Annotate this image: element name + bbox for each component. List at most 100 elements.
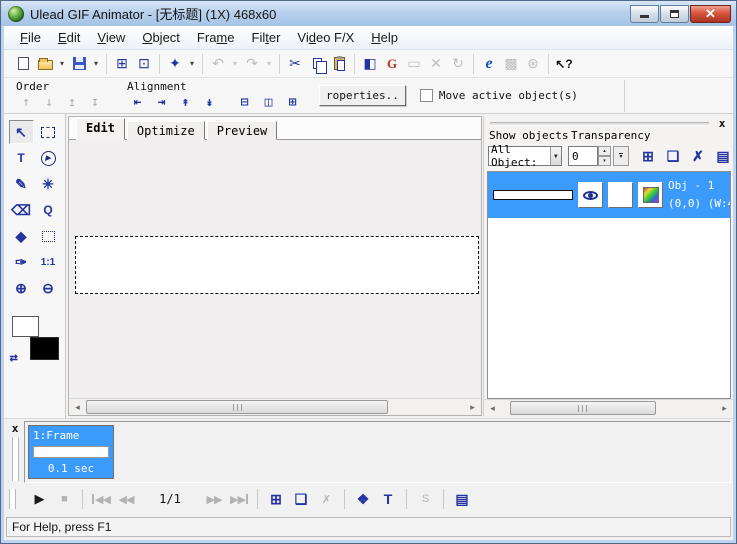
align-right-button[interactable]: ⇥	[151, 93, 172, 111]
menu-help[interactable]: Help	[363, 27, 406, 48]
add-frame-button[interactable]: ⊞	[264, 487, 288, 511]
save-dropdown[interactable]: ▾	[90, 53, 102, 75]
optimize-preview-button[interactable]: ▩	[500, 53, 522, 75]
color-wand-button[interactable]: ✦	[164, 53, 186, 75]
transparency-spin-up[interactable]: ▴	[598, 146, 611, 156]
move-up-button[interactable]: ↑	[16, 93, 36, 111]
lasso-tool-button[interactable]: Q	[36, 198, 61, 222]
eyedropper-tool-button[interactable]: ✑	[9, 250, 34, 274]
object-panel-scrollbar[interactable]: ◂ ▸	[484, 399, 733, 416]
dropdown-arrow-icon[interactable]: ▼	[550, 147, 561, 165]
menu-file[interactable]: File	[12, 27, 49, 48]
frame-panel-gripper[interactable]	[12, 437, 19, 481]
playback-gripper[interactable]	[9, 489, 16, 509]
edit-workspace[interactable]	[69, 140, 481, 398]
redo-button[interactable]: ↷	[241, 53, 263, 75]
copy-button[interactable]	[306, 53, 328, 75]
object-list[interactable]: Obj - 1 (0,0) (W:468, H:60)	[487, 171, 731, 399]
duplicate-frame-button[interactable]: ❏	[289, 487, 313, 511]
paste-button[interactable]	[328, 53, 350, 75]
align-bottom-button[interactable]: ↡	[199, 93, 220, 111]
edit-horizontal-scrollbar[interactable]: ◂ ▸	[69, 398, 481, 415]
tween-button[interactable]: ❖	[351, 487, 375, 511]
rotate-button[interactable]: ↻	[447, 53, 469, 75]
redo-dropdown[interactable]: ▾	[263, 53, 275, 75]
context-help-button[interactable]: ↖?	[553, 53, 575, 75]
fill-tool-button[interactable]: ◆	[9, 224, 34, 248]
minimize-button[interactable]	[630, 5, 659, 23]
menu-video-fx[interactable]: Video F/X	[289, 27, 362, 48]
text-tool-button[interactable]: T	[9, 146, 34, 170]
title-bar[interactable]: Ulead GIF Animator - [无标题] (1X) 468x60 ✕	[1, 1, 736, 26]
zoom-out-tool-button[interactable]: ⊖	[36, 276, 61, 300]
web-properties-button[interactable]: ⊛	[522, 53, 544, 75]
center-both-button[interactable]: ⊞	[282, 93, 303, 111]
object-palette-button[interactable]	[638, 182, 663, 208]
paintbrush-tool-button[interactable]: ✎	[9, 172, 34, 196]
object-visibility-button[interactable]	[578, 182, 603, 208]
eraser-tool-button[interactable]: ⌫	[9, 198, 34, 222]
resize-button[interactable]: ✕	[425, 53, 447, 75]
previous-frame-button[interactable]: ◀◀	[114, 487, 138, 511]
frame-properties-button-2[interactable]: ▤	[450, 487, 474, 511]
pointer-tool-button[interactable]: ↖	[9, 120, 34, 144]
menu-view[interactable]: View	[89, 27, 133, 48]
menu-edit[interactable]: Edit	[50, 27, 88, 48]
banner-button[interactable]: ▭	[403, 53, 425, 75]
restore-button[interactable]	[660, 5, 689, 23]
marquee-select-tool-button[interactable]	[36, 120, 61, 144]
object-properties-button[interactable]: ▤	[713, 146, 733, 166]
foreground-color-swatch[interactable]	[12, 316, 39, 337]
stop-button[interactable]: ■	[52, 487, 76, 511]
scroll-left-icon[interactable]: ◂	[484, 400, 501, 416]
zoom-in-tool-button[interactable]: ⊕	[9, 276, 34, 300]
banner-text-button[interactable]: T	[376, 487, 400, 511]
color-wand-dropdown[interactable]: ▾	[186, 53, 198, 75]
app-icon[interactable]	[8, 6, 24, 22]
panel-gripper[interactable]: x	[484, 116, 733, 129]
align-top-button[interactable]: ↟	[175, 93, 196, 111]
move-down-button[interactable]: ↓	[39, 93, 59, 111]
next-frame-button[interactable]: ▶▶	[202, 487, 226, 511]
close-button[interactable]: ✕	[690, 5, 731, 23]
magic-wand-tool-button[interactable]: ✳	[36, 172, 61, 196]
background-color-swatch[interactable]	[30, 337, 59, 360]
menu-filter[interactable]: Filter	[244, 27, 289, 48]
center-vertical-button[interactable]: ⊟	[234, 93, 255, 111]
actual-size-button[interactable]: 1:1	[36, 250, 61, 274]
center-horizontal-button[interactable]: ◫	[258, 93, 279, 111]
tab-preview[interactable]: Preview	[207, 121, 278, 140]
preview-in-browser-button[interactable]: e	[478, 53, 500, 75]
transparency-input[interactable]: 0	[568, 146, 598, 166]
undo-button[interactable]: ↶	[207, 53, 229, 75]
align-left-button[interactable]: ⇤	[127, 93, 148, 111]
frame-thumbnail-1[interactable]: 1:Frame 0.1 sec	[28, 425, 114, 479]
play-button[interactable]: ▶	[27, 487, 51, 511]
scroll-left-icon[interactable]: ◂	[69, 399, 86, 415]
new-button[interactable]	[12, 53, 34, 75]
last-frame-button[interactable]: ▶▶	[227, 487, 251, 511]
delete-frame-button[interactable]: ✗	[314, 487, 338, 511]
gif-optimizer-button[interactable]: G	[381, 53, 403, 75]
move-active-object-checkbox[interactable]	[420, 89, 433, 102]
selection-frame-tool-button[interactable]	[36, 224, 61, 248]
transparency-slider-button[interactable]: ▾	[613, 146, 629, 166]
add-image-button[interactable]: ⊞	[111, 53, 133, 75]
object-color-swatch-button[interactable]	[608, 182, 633, 208]
gif-canvas[interactable]	[75, 236, 479, 294]
sound-button[interactable]: S	[413, 487, 437, 511]
duplicate-object-button[interactable]: ❏	[663, 146, 683, 166]
send-to-back-button[interactable]: ↧	[85, 93, 105, 111]
menu-frame[interactable]: Frame	[189, 27, 243, 48]
scroll-thumb[interactable]	[510, 401, 656, 415]
delete-object-button[interactable]: ✗	[688, 146, 708, 166]
frame-panel-close-button[interactable]: x	[8, 421, 22, 435]
scroll-right-icon[interactable]: ▸	[464, 399, 481, 415]
transparency-spin-down[interactable]: ▾	[598, 156, 611, 166]
open-button[interactable]	[34, 53, 56, 75]
scroll-right-icon[interactable]: ▸	[716, 400, 733, 416]
scroll-thumb[interactable]	[86, 400, 388, 414]
properties-button[interactable]: roperties..	[319, 85, 406, 106]
first-frame-button[interactable]: ◀◀	[89, 487, 113, 511]
show-objects-dropdown[interactable]: All Object: ▼	[488, 146, 562, 166]
